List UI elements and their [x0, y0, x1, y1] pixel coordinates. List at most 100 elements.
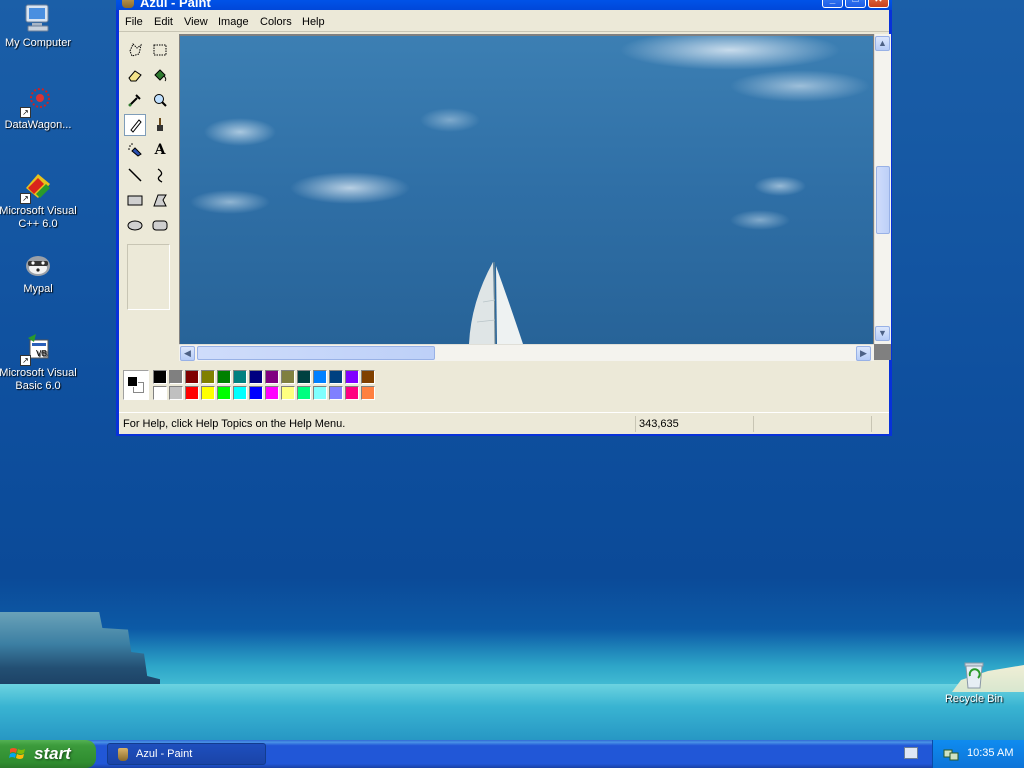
rounded-rectangle-tool[interactable] [149, 214, 171, 236]
desktop-icon-label: Recycle Bin [944, 693, 1004, 705]
minimize-button[interactable]: _ [822, 0, 843, 8]
minimize-icon: _ [830, 0, 836, 5]
clock[interactable]: 10:35 AM [967, 747, 1013, 759]
palette-swatch[interactable] [233, 370, 247, 384]
pencil-tool[interactable] [124, 114, 146, 136]
palette-swatch[interactable] [185, 370, 199, 384]
status-help-text: For Help, click Help Topics on the Help … [123, 418, 346, 430]
paint-window: Azul - Paint _ □ ✕ File Edit View Image … [116, 0, 892, 436]
horizontal-scroll-thumb[interactable] [197, 346, 435, 360]
ellipse-tool[interactable] [124, 214, 146, 236]
eraser-tool[interactable] [124, 64, 146, 86]
mypal-icon [22, 248, 54, 280]
sailboat-image [469, 262, 523, 344]
palette-swatch[interactable] [153, 386, 167, 400]
palette-swatch[interactable] [345, 370, 359, 384]
palette-swatch[interactable] [345, 386, 359, 400]
curve-tool[interactable] [149, 164, 171, 186]
vertical-scroll-thumb[interactable] [876, 166, 890, 234]
menu-help[interactable]: Help [302, 16, 325, 28]
palette-swatch[interactable] [329, 370, 343, 384]
color-palette [119, 362, 889, 410]
current-colors-indicator [123, 370, 149, 400]
desktop-icon-mypal[interactable]: Mypal [0, 248, 78, 296]
palette-swatch[interactable] [233, 386, 247, 400]
palette-swatch[interactable] [153, 370, 167, 384]
menu-bar: File Edit View Image Colors Help [119, 12, 889, 32]
palette-swatch[interactable] [297, 386, 311, 400]
menu-edit[interactable]: Edit [154, 16, 173, 28]
close-button[interactable]: ✕ [868, 0, 889, 8]
palette-swatch[interactable] [361, 386, 375, 400]
title-bar[interactable]: Azul - Paint _ □ ✕ [116, 0, 892, 10]
menu-view[interactable]: View [184, 16, 208, 28]
drawing-canvas[interactable] [180, 36, 873, 344]
desktop-icon-datawagon[interactable]: ↗ DataWagon... [0, 84, 78, 132]
brush-tool[interactable] [149, 114, 171, 136]
polygon-tool[interactable] [149, 189, 171, 211]
resize-grip[interactable] [871, 416, 887, 432]
palette-swatch[interactable] [217, 386, 231, 400]
desktop-icon-label: Microsoft Visual Basic 6.0 [0, 367, 77, 392]
palette-swatch[interactable] [313, 370, 327, 384]
start-button[interactable]: start [0, 740, 96, 768]
system-tray: 10:35 AM [932, 740, 1024, 768]
visual-cpp-icon: ↗ [20, 170, 54, 204]
keyboard-icon[interactable] [904, 747, 918, 759]
palette-swatch[interactable] [281, 386, 295, 400]
desktop-icon-visual-cpp[interactable]: ↗ Microsoft Visual C++ 6.0 [0, 170, 78, 231]
palette-swatch[interactable] [249, 370, 263, 384]
svg-text:VB: VB [36, 349, 47, 358]
toolbox: A [119, 34, 177, 356]
menu-image[interactable]: Image [218, 16, 249, 28]
tool-options-box[interactable] [127, 244, 170, 310]
fill-tool[interactable] [149, 64, 171, 86]
chevron-left-icon: ◀ [184, 348, 191, 358]
palette-swatch[interactable] [217, 370, 231, 384]
pick-color-tool[interactable] [124, 89, 146, 111]
select-tool[interactable] [149, 39, 171, 61]
palette-swatch[interactable] [329, 386, 343, 400]
text-tool-glyph: A [154, 142, 166, 158]
palette-swatch[interactable] [201, 370, 215, 384]
paint-app-icon [122, 0, 134, 8]
desktop-icon-recycle-bin[interactable]: Recycle Bin [934, 658, 1014, 706]
line-tool[interactable] [124, 164, 146, 186]
airbrush-tool[interactable] [124, 139, 146, 161]
maximize-button[interactable]: □ [845, 0, 866, 8]
scroll-left-button[interactable]: ◀ [180, 346, 195, 361]
palette-swatch[interactable] [249, 386, 263, 400]
shortcut-arrow-icon: ↗ [20, 355, 31, 366]
scroll-down-button[interactable]: ▼ [875, 326, 890, 341]
menu-colors[interactable]: Colors [260, 16, 292, 28]
palette-swatch[interactable] [169, 370, 183, 384]
vertical-scrollbar[interactable]: ▲ ▼ [874, 34, 891, 344]
desktop-icon-my-computer[interactable]: My Computer [0, 2, 78, 50]
horizontal-scrollbar[interactable]: ◀ ▶ [179, 344, 874, 361]
window-title: Azul - Paint [140, 0, 211, 10]
palette-swatch[interactable] [297, 370, 311, 384]
close-icon: ✕ [874, 0, 882, 5]
menu-file[interactable]: File [125, 16, 143, 28]
wallpaper-shore-left [0, 612, 160, 692]
palette-swatch[interactable] [185, 386, 199, 400]
palette-swatch[interactable] [169, 386, 183, 400]
magnifier-tool[interactable] [149, 89, 171, 111]
taskbar-button-paint[interactable]: Azul - Paint [107, 743, 266, 765]
shortcut-arrow-icon: ↗ [20, 107, 31, 118]
palette-swatch[interactable] [361, 370, 375, 384]
scroll-right-button[interactable]: ▶ [856, 346, 871, 361]
free-form-select-tool[interactable] [124, 39, 146, 61]
text-tool[interactable]: A [149, 139, 171, 161]
palette-swatch[interactable] [281, 370, 295, 384]
palette-swatch[interactable] [201, 386, 215, 400]
network-icon[interactable] [943, 746, 959, 762]
palette-swatch[interactable] [265, 386, 279, 400]
rectangle-tool[interactable] [124, 189, 146, 211]
scroll-up-button[interactable]: ▲ [875, 36, 890, 51]
desktop-icon-visual-basic[interactable]: VB ↗ Microsoft Visual Basic 6.0 [0, 332, 78, 393]
status-coordinates: 343,635 [635, 416, 751, 432]
my-computer-icon [22, 2, 54, 34]
palette-swatch[interactable] [265, 370, 279, 384]
palette-swatch[interactable] [313, 386, 327, 400]
